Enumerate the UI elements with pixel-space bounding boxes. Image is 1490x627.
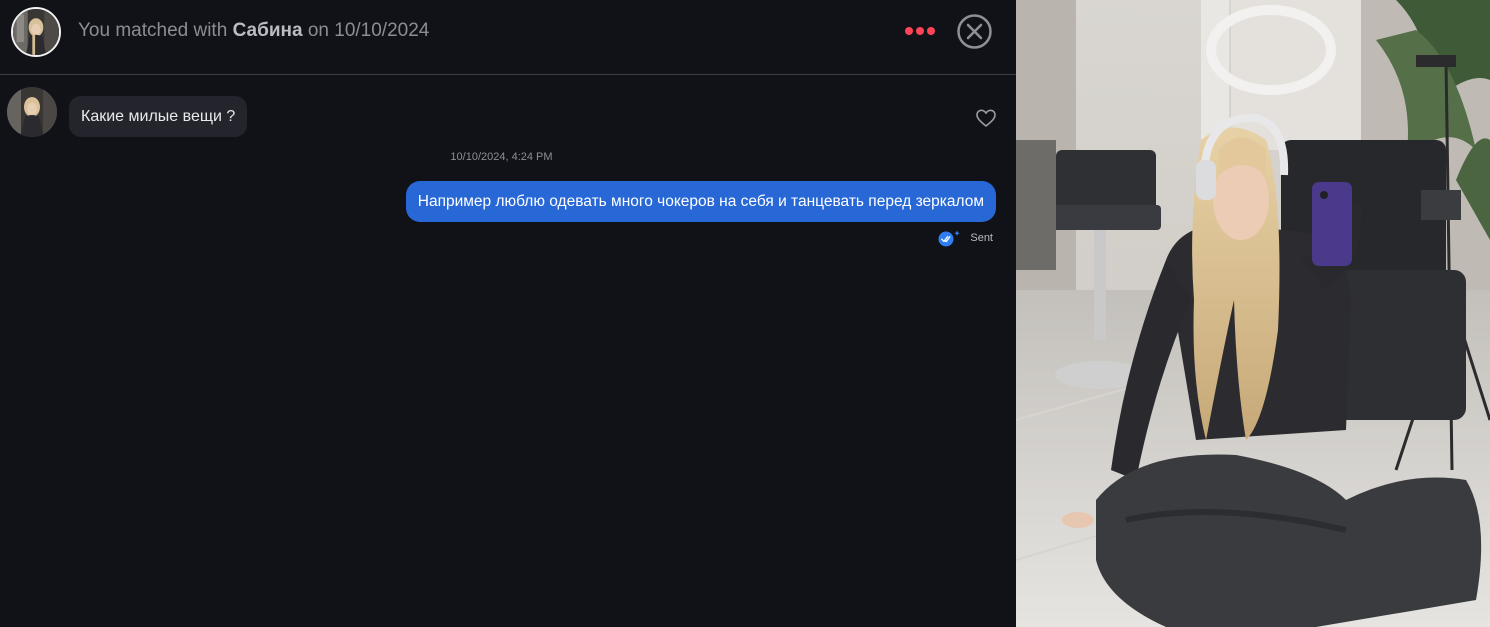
double-check-icon — [937, 229, 961, 247]
message-status: Sent — [937, 229, 993, 247]
match-date: on 10/10/2024 — [307, 20, 430, 41]
more-dot — [916, 27, 924, 35]
outgoing-message[interactable]: Например люблю одевать много чокеров на … — [405, 181, 996, 222]
match-name[interactable]: Сабина — [233, 20, 303, 41]
profile-photo-image — [1016, 0, 1490, 627]
profile-photo[interactable] — [1016, 0, 1490, 627]
message-timestamp: 10/10/2024, 4:24 PM — [450, 151, 553, 163]
heart-icon — [976, 109, 996, 127]
close-button[interactable] — [956, 13, 993, 50]
status-label: Sent — [970, 232, 993, 244]
chat-app: You matched with Сабина on 10/10/2024 Ка… — [0, 0, 1490, 627]
close-circle-icon — [957, 14, 992, 49]
match-info: You matched with Сабина on 10/10/2024 — [78, 19, 429, 43]
more-dot — [927, 27, 935, 35]
like-message-button[interactable] — [975, 108, 997, 128]
more-options-button[interactable] — [902, 20, 938, 42]
sender-avatar[interactable] — [7, 87, 57, 137]
conversation-pane: You matched with Сабина on 10/10/2024 Ка… — [0, 0, 1016, 627]
incoming-message[interactable]: Какие милые вещи ? — [69, 96, 248, 137]
sender-avatar-image — [7, 87, 57, 137]
chat-header: You matched with Сабина on 10/10/2024 — [0, 0, 1016, 75]
match-avatar[interactable] — [11, 7, 61, 57]
match-avatar-image — [13, 9, 59, 55]
more-dots-icon — [905, 27, 913, 35]
match-prefix: You matched with — [78, 20, 228, 41]
